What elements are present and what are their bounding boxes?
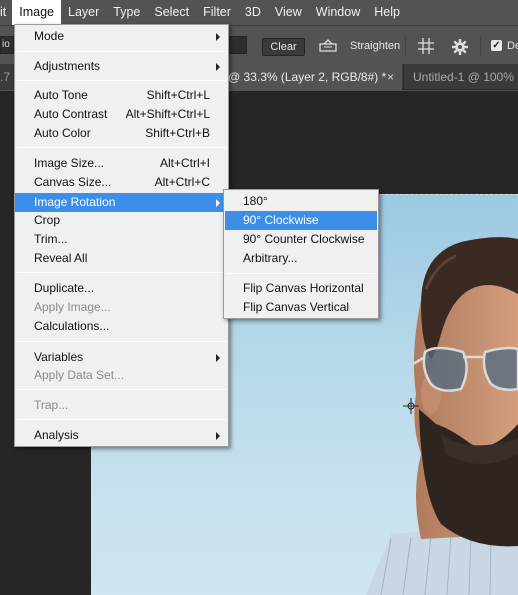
menu-item-apply-image: Apply Image...	[34, 300, 111, 314]
menu-window[interactable]: Window	[309, 0, 367, 25]
submenu-arrow-icon	[216, 432, 220, 440]
tab-untitled-1[interactable]: Untitled-1 @ 100% (R	[403, 64, 518, 90]
submenu-arrow-icon	[216, 354, 220, 362]
straighten-icon[interactable]	[319, 39, 337, 53]
submenu-item-rotate-90-cw[interactable]: 90° Clockwise	[225, 211, 377, 230]
submenu-item-rotate-180[interactable]: 180°	[224, 192, 378, 211]
tab-active-document[interactable]: @ 33.3% (Layer 2, RGB/8#) * ×	[222, 64, 402, 90]
menu-filter[interactable]: Filter	[196, 0, 238, 25]
menu-separator	[17, 272, 226, 273]
menu-edit-partial[interactable]: it	[0, 0, 12, 25]
menu-separator	[17, 419, 226, 420]
menu-select[interactable]: Select	[147, 0, 196, 25]
menu-item-auto-contrast[interactable]: Auto Contrast Alt+Shift+Ctrl+L	[15, 105, 228, 124]
menu-help[interactable]: Help	[367, 0, 407, 25]
menu-item-duplicate[interactable]: Duplicate...	[15, 279, 228, 298]
clear-button[interactable]: Clear	[262, 38, 305, 56]
menu-item-analysis[interactable]: Analysis	[15, 426, 228, 445]
menu-item-image-size[interactable]: Image Size... Alt+Ctrl+I	[15, 154, 228, 173]
tab-partial[interactable]: .7	[0, 64, 14, 90]
image-menu-dropdown: Mode Adjustments Auto Tone Shift+Ctrl+L A…	[14, 24, 229, 447]
submenu-item-flip-horizontal[interactable]: Flip Canvas Horizontal	[224, 279, 378, 298]
menu-separator	[17, 80, 226, 81]
gear-icon[interactable]	[451, 38, 469, 56]
menu-item-canvas-size[interactable]: Canvas Size... Alt+Ctrl+C	[15, 173, 228, 192]
submenu-item-flip-vertical[interactable]: Flip Canvas Vertical	[224, 298, 378, 317]
divider	[480, 36, 481, 56]
submenu-arrow-icon	[216, 63, 220, 71]
tab-close-icon[interactable]: ×	[387, 64, 394, 90]
menu-item-trap: Trap...	[34, 398, 69, 412]
value-field[interactable]	[228, 36, 247, 54]
divider	[405, 36, 406, 56]
menu-item-calculations[interactable]: Calculations...	[15, 317, 228, 336]
menu-item-apply-data-set: Apply Data Set...	[34, 368, 125, 382]
menu-image[interactable]: Image	[12, 0, 61, 25]
menu-separator	[226, 273, 376, 274]
image-rotation-submenu: 180° 90° Clockwise 90° Counter Clockwise…	[223, 189, 379, 319]
grid-overlay-icon[interactable]	[417, 37, 435, 55]
delete-cropped-label[interactable]: De	[507, 39, 518, 53]
menu-layer[interactable]: Layer	[61, 0, 106, 25]
tab-title: @ 33.3% (Layer 2, RGB/8#) *	[228, 70, 387, 84]
menu-separator	[17, 51, 226, 52]
menu-item-auto-tone[interactable]: Auto Tone Shift+Ctrl+L	[15, 86, 228, 105]
submenu-arrow-icon	[216, 33, 220, 41]
menu-item-reveal-all[interactable]: Reveal All	[15, 249, 228, 268]
menu-item-mode[interactable]: Mode	[15, 27, 228, 46]
menu-type[interactable]: Type	[106, 0, 147, 25]
submenu-arrow-icon	[216, 199, 220, 207]
menu-item-trim[interactable]: Trim...	[15, 230, 228, 249]
menu-item-adjustments[interactable]: Adjustments	[15, 57, 228, 76]
menu-view[interactable]: View	[268, 0, 309, 25]
menu-3d[interactable]: 3D	[238, 0, 268, 25]
menu-separator	[17, 341, 226, 342]
menu-separator	[17, 147, 226, 148]
submenu-item-arbitrary[interactable]: Arbitrary...	[224, 249, 378, 268]
menu-bar: it Image Layer Type Select Filter 3D Vie…	[0, 0, 518, 25]
menu-item-variables[interactable]: Variables	[15, 348, 228, 367]
menu-item-auto-color[interactable]: Auto Color Shift+Ctrl+B	[15, 124, 228, 143]
ratio-field[interactable]: io	[0, 36, 14, 54]
menu-separator	[17, 389, 226, 390]
crosshair-cursor-icon	[403, 398, 419, 414]
submenu-item-rotate-90-ccw[interactable]: 90° Counter Clockwise	[224, 230, 378, 249]
menu-item-image-rotation[interactable]: Image Rotation	[15, 193, 228, 212]
straighten-label[interactable]: Straighten	[350, 39, 400, 53]
delete-cropped-checkbox[interactable]: ✓	[491, 40, 502, 51]
menu-item-crop[interactable]: Crop	[15, 211, 228, 230]
